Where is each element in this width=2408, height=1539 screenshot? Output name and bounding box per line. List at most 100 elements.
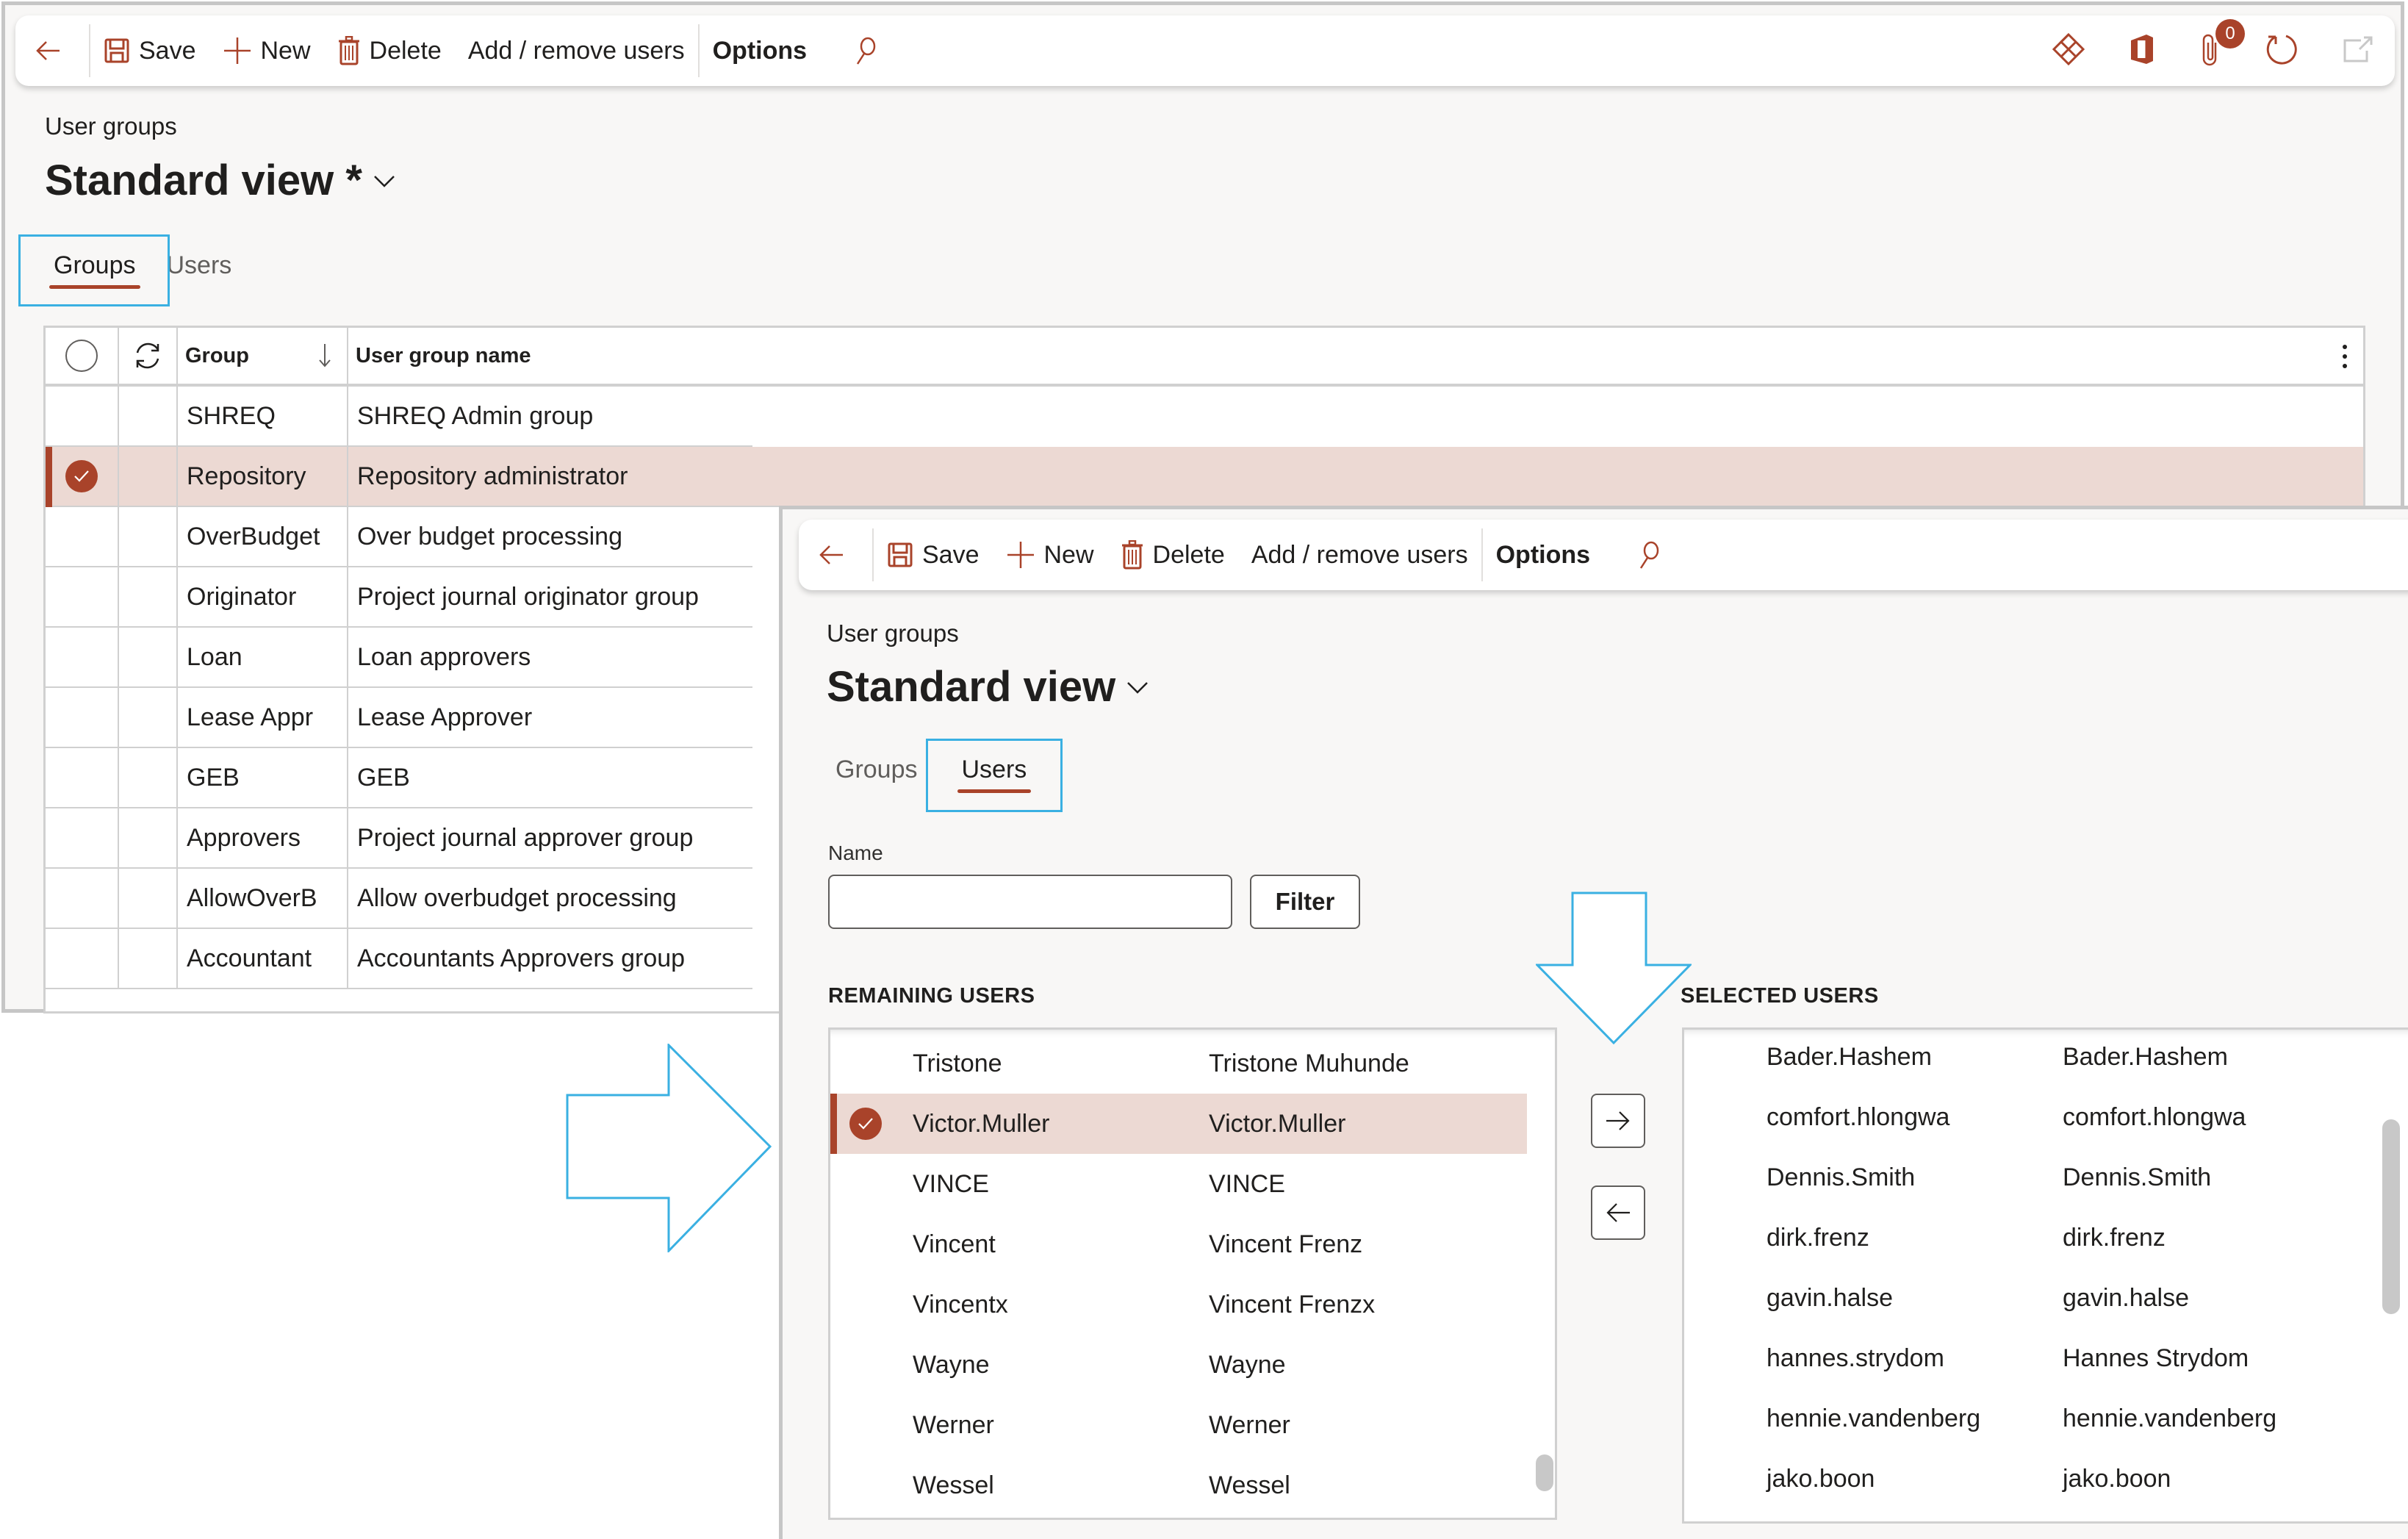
row-spacer [119,688,178,748]
back-button[interactable] [15,15,89,86]
cell-group[interactable]: Loan [178,628,348,688]
column-header-group[interactable]: Group [178,328,348,384]
user-id: hennie.vandenberg [1767,1404,1981,1432]
row-select-checkbox[interactable] [46,808,119,869]
new-button[interactable]: New [209,15,324,86]
row-spacer [119,628,178,688]
cell-group[interactable]: Approvers [178,808,348,869]
cell-group[interactable]: Accountant [178,929,348,989]
row-spacer [119,507,178,567]
row-select-checkbox[interactable] [46,929,119,989]
grid-row[interactable]: SHREQ SHREQ Admin group [46,387,2363,447]
selected-user-row[interactable]: comfort.hlongwa comfort.hlongwa [1684,1087,2408,1147]
row-select-checkbox[interactable] [46,628,119,688]
cell-group[interactable]: Repository [178,447,348,507]
row-select-checkbox[interactable] [46,567,119,628]
back-button[interactable] [799,520,872,590]
breadcrumb: User groups [45,112,177,140]
user-id: Wayne [913,1350,990,1379]
grid-more-options-button[interactable] [2341,344,2348,376]
sort-descending-icon [319,344,331,367]
add-remove-users-button[interactable]: Add / remove users [1238,520,1481,590]
cell-user-group-name[interactable]: SHREQ Admin group [348,387,752,447]
row-select-checkbox[interactable] [46,447,119,507]
cell-user-group-name[interactable]: Project journal approver group [348,808,752,869]
remaining-user-row[interactable]: Werner Werner [830,1395,1555,1455]
empty-circle-icon [65,340,98,372]
cell-group[interactable]: SHREQ [178,387,348,447]
user-name: gavin.halse [2063,1283,2190,1312]
cell-user-group-name[interactable]: Allow overbudget processing [348,869,752,929]
cell-user-group-name[interactable]: Project journal originator group [348,567,752,628]
new-button[interactable]: New [993,520,1107,590]
options-button[interactable]: Options [1483,520,1603,590]
tab-groups[interactable]: Groups [821,752,932,796]
row-select-checkbox[interactable] [46,748,119,808]
row-select-checkbox[interactable] [46,387,119,447]
cell-user-group-name[interactable]: Loan approvers [348,628,752,688]
refresh-button[interactable] [2265,32,2299,70]
action-toolbar: Save New Delete Add / remove users Optio… [15,15,2395,86]
select-all-checkbox[interactable] [46,328,119,384]
search-button[interactable] [820,15,901,86]
move-left-arrow-icon [1606,1203,1630,1222]
cell-group[interactable]: GEB [178,748,348,808]
attachments-count-badge: 0 [2215,18,2245,49]
cell-group[interactable]: AllowOverB [178,869,348,929]
sync-icon [136,342,159,369]
delete-label: Delete [369,36,442,65]
delete-button[interactable]: Delete [324,15,455,86]
remaining-user-row[interactable]: Vincentx Vincent Frenzx [830,1274,1555,1335]
selected-user-row[interactable]: gavin.halse gavin.halse [1684,1268,2408,1328]
cell-user-group-name[interactable]: GEB [348,748,752,808]
view-selector[interactable]: Standard view [827,662,1149,711]
selected-user-row[interactable]: Bader.Hashem Bader.Hashem [1684,1030,2408,1087]
view-selector[interactable]: Standard view * [45,156,396,205]
refresh-grid-button[interactable] [119,328,178,384]
cell-user-group-name[interactable]: Lease Approver [348,688,752,748]
cell-group[interactable]: Originator [178,567,348,628]
power-apps-button[interactable] [2052,32,2085,69]
open-in-new-window-button[interactable] [2343,36,2373,66]
back-arrow-icon [36,41,60,60]
cell-user-group-name[interactable]: Repository administrator [348,447,2363,507]
remaining-user-row[interactable]: Wayne Wayne [830,1335,1555,1395]
row-select-checkbox[interactable] [46,688,119,748]
remaining-user-row[interactable]: Victor.Muller Victor.Muller [830,1094,1527,1154]
delete-button[interactable]: Delete [1107,520,1238,590]
grid-row[interactable]: Repository Repository administrator [46,447,2363,507]
search-button[interactable] [1603,520,1684,590]
name-filter-input[interactable] [828,875,1232,929]
column-header-user-group-name[interactable]: User group name [348,328,2363,384]
save-button[interactable]: Save [874,520,993,590]
selected-user-row[interactable]: hennie.vandenberg hennie.vandenberg [1684,1388,2408,1449]
cell-group[interactable]: OverBudget [178,507,348,567]
row-spacer [119,869,178,929]
cell-user-group-name[interactable]: Accountants Approvers group [348,929,752,989]
remaining-users-rows: Tristone Tristone Muhunde Victor.Muller Vic… [830,1033,1555,1515]
selected-user-row[interactable]: dirk.frenz dirk.frenz [1684,1208,2408,1268]
selected-users-scrollbar[interactable] [2382,1119,2400,1314]
remove-user-from-group-button[interactable] [1591,1185,1645,1240]
user-id: Dennis.Smith [1767,1163,1916,1191]
remaining-user-row[interactable]: Tristone Tristone Muhunde [830,1033,1555,1094]
add-user-to-group-button[interactable] [1591,1094,1645,1148]
filter-button[interactable]: Filter [1250,875,1360,929]
row-select-checkbox[interactable] [46,869,119,929]
cell-group[interactable]: Lease Appr [178,688,348,748]
add-remove-users-button[interactable]: Add / remove users [455,15,698,86]
remaining-user-row[interactable]: Vincent Vincent Frenz [830,1214,1555,1274]
office-button[interactable] [2129,33,2155,69]
selected-user-row[interactable]: Dennis.Smith Dennis.Smith [1684,1147,2408,1208]
selected-user-row[interactable]: jako.boon jako.boon [1684,1449,2408,1509]
remaining-user-row[interactable]: Wessel Wessel [830,1455,1555,1515]
selected-user-row[interactable]: hannes.strydom Hannes Strydom [1684,1328,2408,1388]
options-button[interactable]: Options [700,15,820,86]
open-in-new-window-icon [2343,36,2373,62]
save-button[interactable]: Save [90,15,209,86]
row-select-checkbox[interactable] [46,507,119,567]
remaining-users-scrollbar[interactable] [1536,1454,1553,1491]
remaining-user-row[interactable]: VINCE VINCE [830,1154,1555,1214]
cell-user-group-name[interactable]: Over budget processing [348,507,752,567]
attachments-button[interactable]: 0 [2199,18,2245,70]
